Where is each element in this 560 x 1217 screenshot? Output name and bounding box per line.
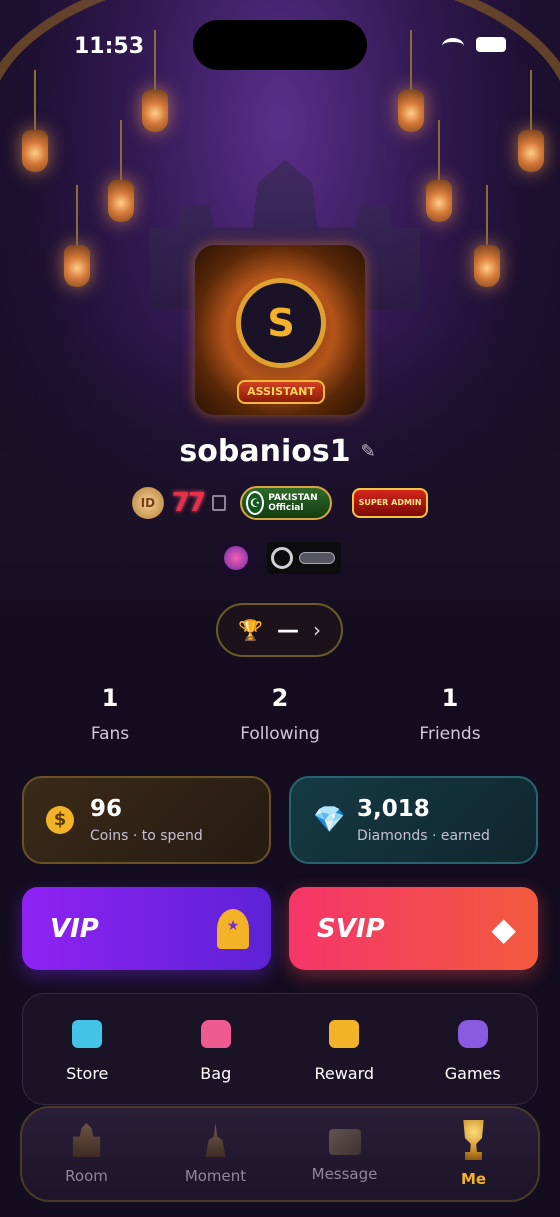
quick-action-label: Games: [444, 1063, 501, 1083]
pakistan-badge-label: PAKISTAN Official: [268, 493, 318, 513]
lantern-icon: [108, 120, 134, 222]
trophy-value: —: [276, 617, 299, 643]
chevron-right-icon: ›: [312, 618, 321, 642]
lantern-icon: [64, 185, 90, 287]
trophy-button[interactable]: 🏆 — ›: [216, 603, 343, 657]
copy-id-icon[interactable]: [212, 495, 227, 511]
nav-label: Room: [65, 1167, 108, 1185]
lantern-icon: [518, 70, 544, 172]
username-row: sobanios1 ✎: [0, 434, 560, 469]
diamond-icon: 💎: [313, 805, 346, 835]
lantern-icon: [426, 120, 452, 222]
super-admin-badge: SUPER ADMIN: [352, 488, 429, 518]
lantern-icon: [398, 30, 424, 132]
quick-action-label: Reward: [314, 1063, 375, 1083]
username: sobanios1: [179, 434, 351, 469]
quick-actions-panel: Store Bag Reward Games: [22, 993, 538, 1105]
coins-text: 96 Coins · to spend: [90, 796, 203, 844]
stat-value: 1: [441, 684, 459, 712]
nav-tab-me[interactable]: Me: [419, 1120, 529, 1188]
quick-action-store[interactable]: Store: [37, 1019, 137, 1083]
store-icon: [72, 1019, 103, 1048]
medals-row: [0, 542, 560, 574]
room-icon: [72, 1123, 101, 1157]
vip-button[interactable]: VIP ★: [22, 887, 271, 970]
battery-icon: [476, 37, 506, 52]
stat-fans[interactable]: 1 Fans: [40, 684, 180, 744]
stat-label: Fans: [90, 724, 130, 744]
avatar-frame-label: ASSISTANT: [237, 380, 325, 404]
message-icon: [328, 1129, 361, 1155]
reward-icon: [329, 1019, 360, 1048]
user-id-number: 77: [171, 488, 206, 518]
moment-icon: [205, 1123, 226, 1157]
quick-action-bag[interactable]: Bag: [166, 1019, 266, 1083]
quick-action-reward[interactable]: Reward: [294, 1019, 394, 1083]
nav-label: Message: [311, 1165, 378, 1183]
bag-icon: [200, 1019, 231, 1048]
nav-tab-room[interactable]: Room: [32, 1123, 142, 1185]
quick-action-games[interactable]: Games: [423, 1019, 523, 1083]
coins-card[interactable]: $ 96 Coins · to spend: [22, 776, 271, 864]
stat-value: 2: [271, 684, 289, 712]
nav-tab-moment[interactable]: Moment: [161, 1123, 271, 1185]
follow-stats: 1 Fans 2 Following 1 Friends: [40, 684, 520, 744]
lantern-icon: [142, 30, 168, 132]
stat-following[interactable]: 2 Following: [210, 684, 350, 744]
level-medal-icon: [267, 542, 341, 574]
svip-label: SVIP: [317, 913, 385, 944]
id-badge-icon: ID: [131, 487, 164, 519]
camera-notch: [193, 20, 367, 70]
vip-label: VIP: [50, 913, 99, 944]
diamonds-card[interactable]: 💎 3,018 Diamonds · earned: [289, 776, 538, 864]
pakistan-flag-icon: ☪: [246, 491, 265, 515]
lantern-icon: [474, 185, 500, 287]
diamonds-value: 3,018: [357, 796, 430, 822]
gamepad-icon: [457, 1019, 488, 1048]
medal-badge-icon: [219, 542, 253, 574]
nav-label: Moment: [184, 1167, 247, 1185]
stat-label: Friends: [419, 724, 481, 744]
quick-action-label: Store: [66, 1063, 109, 1083]
coins-label: Coins · to spend: [90, 828, 203, 844]
edit-pencil-icon[interactable]: ✎: [361, 441, 381, 462]
badges-row: ID 77 ☪ PAKISTAN Official SUPER ADMIN: [0, 486, 560, 520]
svip-gem-icon: ◆: [491, 909, 516, 948]
trophy-icon: [463, 1120, 484, 1160]
status-time: 11:53: [74, 34, 145, 59]
nav-tab-message[interactable]: Message: [290, 1125, 400, 1183]
svip-button[interactable]: SVIP ◆: [289, 887, 538, 970]
bottom-nav: Room Moment Message Me: [20, 1106, 540, 1202]
pakistan-official-badge: ☪ PAKISTAN Official: [240, 486, 333, 520]
coins-value: 96: [90, 796, 123, 822]
trophy-icon: 🏆: [238, 618, 263, 642]
coin-icon: $: [46, 806, 74, 834]
quick-action-label: Bag: [200, 1063, 232, 1083]
stat-value: 1: [101, 684, 119, 712]
stat-friends[interactable]: 1 Friends: [380, 684, 520, 744]
vip-ribbon-icon: ★: [217, 908, 249, 949]
wifi-icon: [442, 38, 464, 54]
nav-label: Me: [460, 1170, 487, 1188]
diamonds-label: Diamonds · earned: [357, 828, 490, 844]
stat-label: Following: [240, 724, 320, 744]
lantern-icon: [22, 70, 48, 172]
diamonds-text: 3,018 Diamonds · earned: [357, 796, 490, 844]
avatar[interactable]: S: [236, 278, 326, 368]
